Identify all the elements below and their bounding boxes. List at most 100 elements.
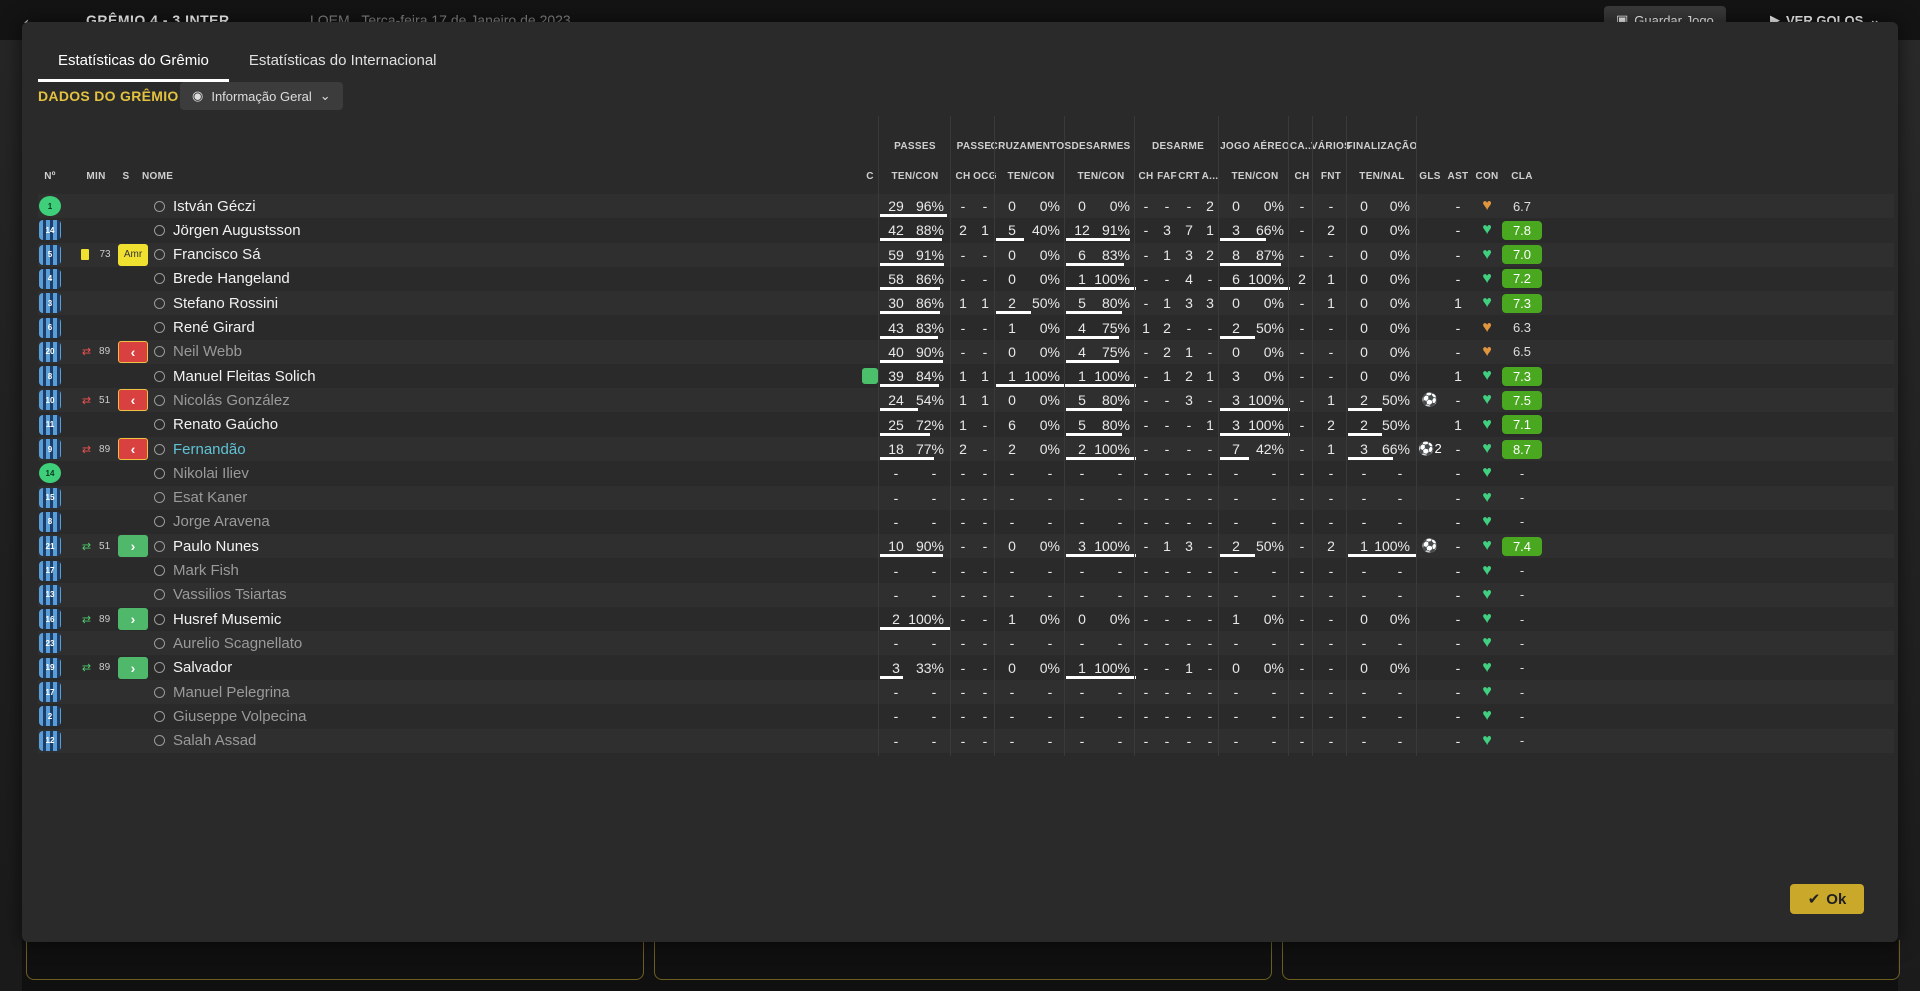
- crosses-pct: 0%: [1039, 246, 1060, 263]
- player-row[interactable]: 9 ⇄ 89 ‹ Fernandão 18 77% 2-2 0% 2 100% - - - -7 42% -1 3…: [38, 437, 1894, 461]
- tackle-a: -: [1200, 461, 1220, 485]
- tackle-faf: -: [1156, 704, 1178, 728]
- player-row[interactable]: 17 Mark Fish - - - - - - - - - - - - - - - - - - - ♥ -: [38, 559, 1894, 583]
- crosses-values: 6 0%: [996, 417, 1066, 433]
- check-icon: ✔: [1807, 891, 1821, 908]
- assists: -: [1444, 680, 1472, 704]
- player-row[interactable]: 23 Aurelio Scagnellato - - - - - - - - - - - - - - - - - - -…: [38, 631, 1894, 655]
- tab-gremio-stats[interactable]: Estatísticas do Grêmio: [38, 46, 229, 82]
- finishing-count: 3: [1360, 441, 1368, 457]
- player-row[interactable]: 6 René Girard 43 83% - -1 0% 4 75% 1 2- -2 50% - -0 0% -…: [38, 316, 1894, 340]
- ca-ch: -: [1290, 510, 1314, 534]
- player-row[interactable]: 8 Jorge Aravena - - - - - - - - - - - - - - - - - - - ♥ -: [38, 510, 1894, 534]
- substitution-icon: ⇄: [81, 346, 92, 359]
- player-row[interactable]: 15 Esat Kaner - - - - - - - - - - - - - - - - - - - ♥ -: [38, 486, 1894, 510]
- passes-wrap: --: [880, 583, 950, 607]
- passes: 39 84%: [880, 364, 950, 388]
- tackle-ch: -: [1136, 243, 1156, 267]
- view-dropdown[interactable]: ◉ Informação Geral ⌄: [180, 82, 343, 110]
- aerial-count: -: [1233, 586, 1239, 603]
- tackles-values: 4 75%: [1066, 344, 1136, 360]
- aerial-values: 7 42%: [1220, 441, 1290, 457]
- goals-cell: ⚽2: [1418, 437, 1442, 461]
- assists-value: -: [1455, 246, 1461, 263]
- shirt-number: 2: [38, 704, 62, 728]
- passes-count: 58: [888, 270, 904, 287]
- player-name-label: Paulo Nunes: [173, 537, 259, 555]
- tackle-faf: -: [1156, 607, 1178, 631]
- tackle-a-value: -: [1207, 635, 1213, 652]
- player-row[interactable]: 19 ⇄ 89 › Salvador 3 33% - -0 0% 1 100% - -1-0 0% - -0 0%…: [38, 656, 1894, 680]
- minutes-cell: [78, 583, 114, 607]
- column-header-aereo: TEN/CON: [1231, 170, 1279, 182]
- pass-ch-value: 2: [959, 441, 967, 457]
- aerial-wrap: --: [1220, 729, 1290, 753]
- finishing-wrap: 0 0%: [1348, 243, 1416, 267]
- player-name-label: Manuel Fleitas Solich: [173, 367, 316, 385]
- minutes-cell: ⇄ 89: [78, 656, 114, 680]
- rating-badge: -: [1519, 611, 1525, 627]
- tackles: 12 91%: [1066, 218, 1136, 242]
- condition-heart: ♥: [1472, 510, 1502, 534]
- player-row[interactable]: 14 Jörgen Augustsson 42 88% 2 1 5 40% 12 91% -3 7 1 3…: [38, 218, 1894, 242]
- finishing-bar: [1348, 457, 1393, 460]
- player-row[interactable]: 16 ⇄ 89 › Husref Musemic 2 100% - -1 0% 0 0% - - - -1 0%…: [38, 607, 1894, 631]
- crosses-pct: 0%: [1039, 343, 1060, 360]
- ca-ch-value: -: [1299, 586, 1305, 603]
- player-row[interactable]: 10 ⇄ 51 ‹ Nicolás González 24 54% 1 1 0 0% 5 80% - -3-…: [38, 388, 1894, 412]
- player-row[interactable]: 8 Manuel Fleitas Solich 39 84% 1 1 1 100% 1 100% -…: [38, 364, 1894, 388]
- substitution-icon: ⇄: [81, 394, 92, 407]
- finishing-pct: 0%: [1389, 611, 1410, 628]
- crosses-pct: -: [1047, 635, 1053, 652]
- goals-cell: [1418, 486, 1442, 510]
- tackle-crt-value: -: [1186, 562, 1192, 579]
- player-row[interactable]: 12 Salah Assad - - - - - - - - - - - - - - - - - - - ♥ -: [38, 729, 1894, 753]
- pass-ocg: 1: [974, 218, 996, 242]
- tackles-pct: 80%: [1101, 295, 1130, 312]
- player-row[interactable]: 4 Brede Hangeland 58 86% - -0 0% 1 100% - -4-6 100%…: [38, 267, 1894, 291]
- crosses-values: 0 0%: [996, 538, 1066, 554]
- player-name: Vassilios Tsiartas: [154, 583, 754, 607]
- tackles-pct: 80%: [1101, 392, 1130, 409]
- minutes-cell: [78, 510, 114, 534]
- aerial: --: [1220, 486, 1290, 510]
- crosses-pct: -: [1047, 732, 1053, 749]
- pass-ocg: -: [974, 704, 996, 728]
- finishing-count: -: [1361, 708, 1367, 725]
- tackles-pct: 100%: [1094, 270, 1130, 287]
- status-cell: [118, 680, 148, 704]
- crosses-count: 6: [1008, 416, 1016, 433]
- pass-ch-value: -: [960, 198, 966, 214]
- player-name: Brede Hangeland: [154, 267, 754, 291]
- condition-heart: ♥: [1472, 267, 1502, 291]
- tackle-crt-value: 7: [1185, 222, 1193, 239]
- aerial-pct: -: [1271, 562, 1277, 579]
- heart-icon: ♥: [1482, 731, 1492, 749]
- tackles-count: 1: [1078, 659, 1086, 676]
- player-row[interactable]: 13 Vassilios Tsiartas - - - - - - - - - - - - - - - - - - - ♥…: [38, 583, 1894, 607]
- player-row[interactable]: 3 Stefano Rossini 30 86% 1 1 2 50% 5 80% -1 3 3 0 0% -1…: [38, 291, 1894, 315]
- player-row[interactable]: 11 Renato Gaúcho 25 72% 1-6 0% 5 80% - - -1 3 100% -2…: [38, 413, 1894, 437]
- pass-ocg: -: [974, 680, 996, 704]
- player-row[interactable]: 17 Manuel Pelegrina - - - - - - - - - - - - - - - - - - - ♥ -: [38, 680, 1894, 704]
- view-dropdown-label: Informação Geral: [211, 88, 312, 104]
- player-row[interactable]: 1 István Géczi 29 96% - -0 0% 0 0% - - -2 0 0% - -0 0% - ♥…: [38, 194, 1894, 218]
- aerial: --: [1220, 461, 1290, 485]
- assists-value: -: [1455, 586, 1461, 603]
- tab-internacional-stats[interactable]: Estatísticas do Internacional: [229, 46, 457, 82]
- player-row[interactable]: 14 Nikolai Iliev - - - - - - - - - - - - - - - - - - - ♥ -: [38, 461, 1894, 485]
- tackle-a-value: 2: [1206, 246, 1214, 263]
- player-row[interactable]: 5 73 Amr Francisco Sá 59 91% - -0 0% 6 83% -1 3 2 8 87%…: [38, 243, 1894, 267]
- ca-ch: -: [1290, 194, 1314, 218]
- ok-button[interactable]: ✔ Ok: [1790, 884, 1864, 914]
- player-row[interactable]: 2 Giuseppe Volpecina - - - - - - - - - - - - - - - - - - - ♥ -: [38, 704, 1894, 728]
- tackles: 5 80%: [1066, 388, 1136, 412]
- crosses: --: [996, 729, 1066, 753]
- assists: 1: [1444, 291, 1472, 315]
- player-row[interactable]: 21 ⇄ 51 › Paulo Nunes 10 90% - -0 0% 3 100% -1 3-2 50%…: [38, 534, 1894, 558]
- crosses-pct: 40%: [1031, 222, 1060, 239]
- fnt-value: 2: [1327, 222, 1335, 239]
- rating-cell: -: [1502, 704, 1542, 728]
- crosses-wrap: 0 0%: [996, 194, 1066, 218]
- player-row[interactable]: 20 ⇄ 89 ‹ Neil Webb 40 90% - -0 0% 4 75% -2 1-0 0% - -0 0…: [38, 340, 1894, 364]
